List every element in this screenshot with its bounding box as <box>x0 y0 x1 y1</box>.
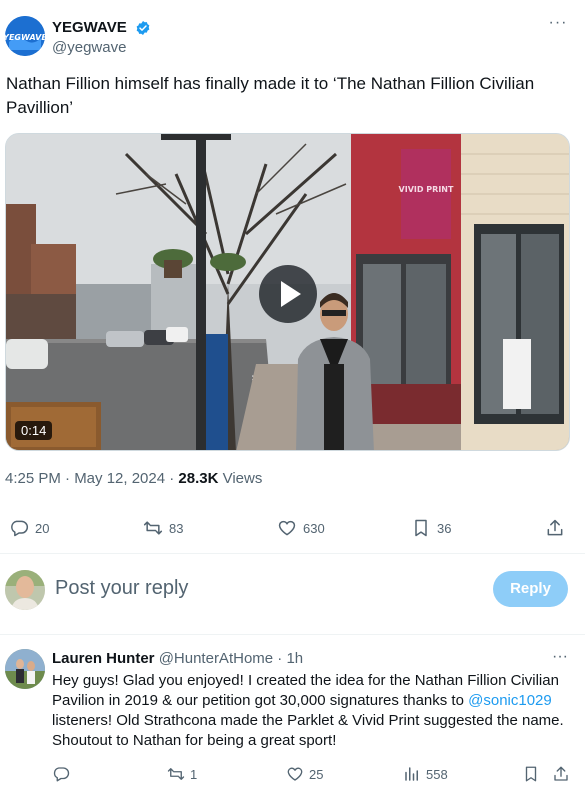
reply-share-action[interactable] <box>552 762 575 786</box>
separator-dot: · <box>273 650 287 667</box>
like-action[interactable]: 630 <box>277 510 325 546</box>
action-bar: 20 83 630 36 <box>0 510 585 546</box>
reply-retweet-count: 1 <box>190 766 198 782</box>
reply-bookmark-action[interactable] <box>522 762 545 786</box>
retweet-action[interactable]: 83 <box>143 510 183 546</box>
play-icon <box>281 281 301 307</box>
reply-views-count: 558 <box>426 766 448 782</box>
avatar-logo-text: YEGWAVE <box>5 33 45 42</box>
more-options-icon[interactable]: ··· <box>552 649 568 665</box>
share-icon <box>554 766 568 781</box>
heart-icon <box>278 520 296 536</box>
reply-author-handle[interactable]: @HunterAtHome <box>159 650 273 667</box>
views-chart-icon <box>405 767 418 781</box>
reply-tweet: Lauren Hunter @HunterAtHome · 1h ··· Hey… <box>0 635 585 793</box>
more-options-icon[interactable]: ··· <box>548 15 568 36</box>
vivid-print-sign: VIVID PRINT <box>399 185 454 194</box>
retweet-count: 83 <box>169 520 184 536</box>
reply-text-part: listeners! Old Strathcona made the Parkl… <box>52 712 564 749</box>
heart-icon <box>287 767 303 781</box>
play-button[interactable] <box>259 265 317 323</box>
reply-header: Lauren Hunter @HunterAtHome · 1h <box>52 650 303 668</box>
retweet-icon <box>167 768 185 780</box>
author-handle[interactable]: @yegwave <box>52 39 126 57</box>
reply-composer: Post your reply Reply <box>0 554 585 634</box>
reply-time[interactable]: 1h <box>286 650 303 667</box>
reply-input[interactable]: Post your reply <box>55 574 188 602</box>
author-name[interactable]: YEGWAVE <box>52 19 127 37</box>
reply-reply-action[interactable] <box>52 762 75 786</box>
current-user-avatar[interactable] <box>5 570 45 610</box>
reply-like-action[interactable]: 25 <box>286 762 323 786</box>
reply-action-bar: 1 25 558 <box>0 762 585 786</box>
reply-author-avatar[interactable] <box>5 649 45 689</box>
verified-badge-icon <box>135 20 151 36</box>
tweet-meta: 4:25 PM · May 12, 2024 · 28.3K Views <box>5 469 262 489</box>
share-action[interactable] <box>545 510 571 546</box>
reply-button[interactable]: Reply <box>493 571 568 607</box>
reply-views-action[interactable]: 558 <box>403 762 448 786</box>
bookmark-count: 36 <box>437 520 452 536</box>
timestamp[interactable]: 4:25 PM · May 12, 2024 · <box>5 470 178 487</box>
bookmark-action[interactable]: 36 <box>411 510 451 546</box>
share-icon <box>547 519 563 536</box>
reply-icon <box>11 520 29 537</box>
reply-retweet-action[interactable]: 1 <box>167 762 197 786</box>
video-player[interactable]: PAY HERE VIVID PRINT <box>5 133 570 451</box>
retweet-icon <box>143 521 163 535</box>
reply-author-name[interactable]: Lauren Hunter <box>52 650 155 667</box>
reply-text: Hey guys! Glad you enjoyed! I created th… <box>52 671 572 751</box>
views-count: 28.3K <box>178 470 219 487</box>
bookmark-icon <box>415 519 427 537</box>
author-avatar[interactable]: YEGWAVE <box>5 16 45 56</box>
video-duration: 0:14 <box>15 421 53 440</box>
like-count: 630 <box>303 520 325 536</box>
views-label: Views <box>218 470 263 487</box>
bookmark-icon <box>525 766 537 782</box>
tweet-text: Nathan Fillion himself has finally made … <box>6 74 535 117</box>
reply-icon <box>53 767 70 782</box>
reply-like-count: 25 <box>309 766 324 782</box>
reply-action[interactable]: 20 <box>9 510 49 546</box>
mention-link[interactable]: @sonic1029 <box>468 692 552 709</box>
tweet-header: YEGWAVE YEGWAVE @yegwave ··· <box>5 15 580 62</box>
reply-count: 20 <box>35 520 50 536</box>
